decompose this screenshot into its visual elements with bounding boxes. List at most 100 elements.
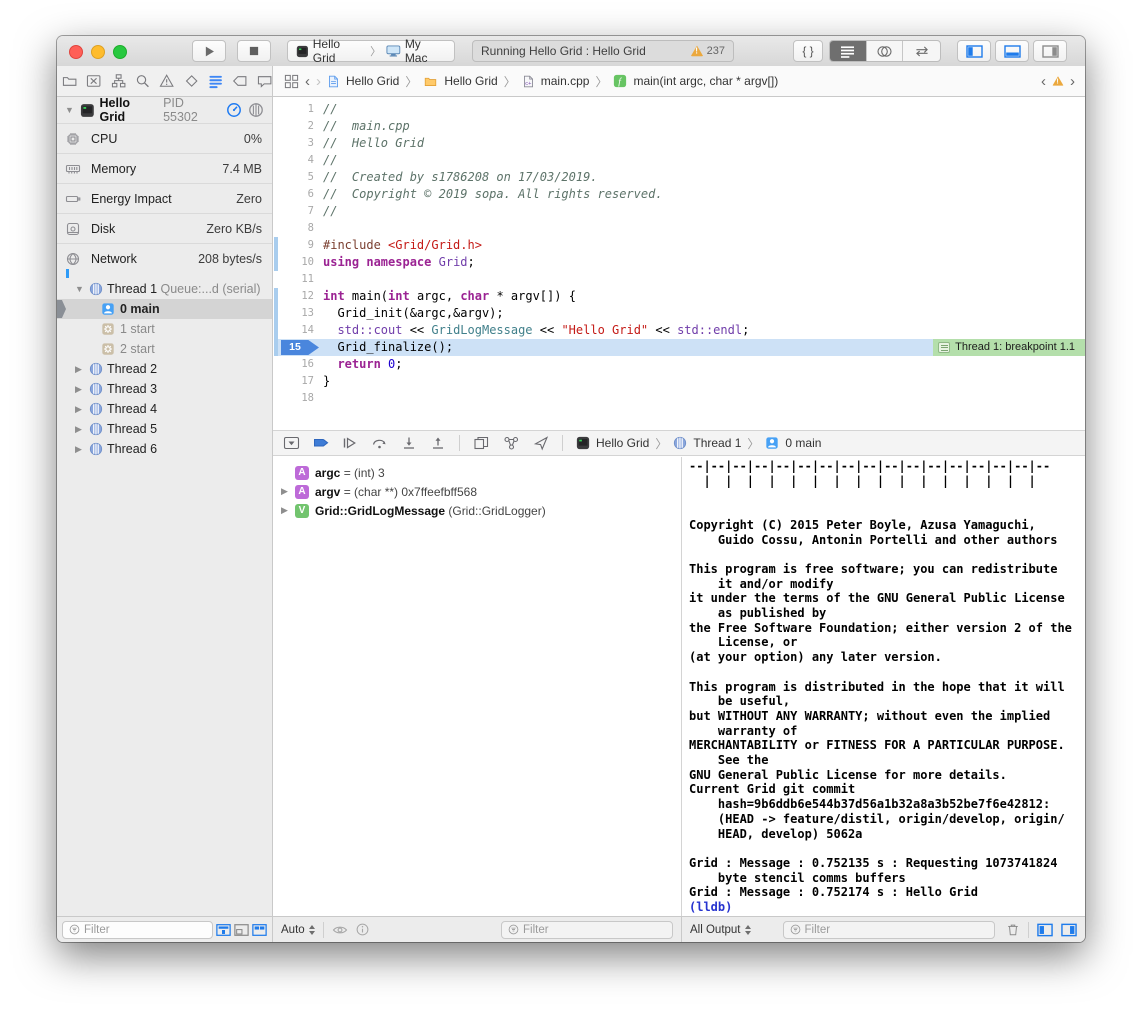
simulate-location-button[interactable] [533, 435, 549, 451]
activity-status-view[interactable]: Running Hello Grid : Hello Grid 237 [472, 40, 734, 62]
step-into-button[interactable] [401, 435, 417, 451]
thread-row-thread-4[interactable]: ▶Thread 4 [57, 399, 272, 419]
line-number[interactable]: 16 [274, 356, 314, 373]
continue-button[interactable] [342, 435, 358, 451]
breakpoint-badge[interactable]: 15 [281, 340, 319, 355]
assistant-editor-button[interactable] [867, 41, 904, 61]
gauge-row-cpu[interactable]: CPU0% [57, 123, 272, 153]
line-number[interactable]: 12 [274, 288, 314, 305]
close-window-button[interactable] [69, 45, 83, 59]
gauge-row-memory[interactable]: Memory7.4 MB [57, 153, 272, 183]
disclosure-triangle[interactable]: ▼ [65, 105, 75, 115]
line-number[interactable]: 14 [274, 322, 314, 339]
line-number[interactable]: 2 [274, 118, 314, 135]
gauge-row-network[interactable]: Network208 bytes/s [57, 243, 272, 273]
debug-navigator-icon[interactable] [208, 73, 223, 89]
previous-issue-button[interactable]: ‹ [1041, 74, 1046, 89]
variables-scope-popup[interactable]: Auto [281, 924, 315, 936]
related-items-icon[interactable] [284, 74, 299, 89]
back-button[interactable]: ‹ [305, 74, 310, 89]
symbol-navigator-icon[interactable] [111, 73, 126, 89]
warning-count[interactable]: 237 [707, 45, 725, 57]
group-by-queue-button[interactable] [252, 923, 267, 937]
find-navigator-icon[interactable] [135, 73, 150, 89]
zoom-window-button[interactable] [113, 45, 127, 59]
issue-navigator-icon[interactable] [159, 73, 174, 89]
crumb-frame[interactable]: 0 main [785, 436, 821, 450]
source-control-navigator-icon[interactable] [86, 73, 101, 89]
jumpbar-file[interactable]: main.cpp [541, 74, 590, 88]
line-number[interactable]: 3 [274, 135, 314, 152]
standard-editor-button[interactable] [830, 41, 867, 61]
library-button[interactable]: { } [793, 40, 823, 62]
line-number[interactable]: 7 [274, 203, 314, 220]
crumb-app[interactable]: Hello Grid [596, 436, 649, 450]
disclosure-triangle[interactable]: ▶ [75, 404, 85, 415]
stack-frame-2-start[interactable]: 2 start [57, 339, 272, 359]
thread-row-thread-2[interactable]: ▶Thread 2 [57, 359, 272, 379]
debug-console[interactable]: --|--|--|--|--|--|--|--|--|--|--|--|--|-… [681, 457, 1085, 916]
scheme-selector[interactable]: Hello Grid 〉 My Mac [287, 40, 455, 62]
line-number[interactable]: 1 [274, 101, 314, 118]
toggle-debug-area-button[interactable] [995, 40, 1029, 62]
variable-row-grid-gridlogmessage[interactable]: ▶VGrid::GridLogMessage (Grid::GridLogger… [273, 501, 681, 520]
disclosure-triangle[interactable]: ▼ [75, 284, 85, 294]
disclosure-triangle[interactable]: ▶ [75, 444, 85, 455]
line-number[interactable]: 4 [274, 152, 314, 169]
thread-row-thread-3[interactable]: ▶Thread 3 [57, 379, 272, 399]
clear-console-trash-button[interactable] [1006, 922, 1020, 937]
thread-row-thread-1[interactable]: ▼Thread 1 Queue:...d (serial) [57, 279, 272, 299]
line-number[interactable]: 18 [274, 390, 314, 407]
disclosure-triangle[interactable]: ▶ [281, 505, 288, 516]
breakpoint-navigator-icon[interactable] [232, 73, 247, 89]
variables-view[interactable]: Aargc = (int) 3▶Aargv = (char **) 0x7ffe… [273, 457, 681, 916]
variable-row-argc[interactable]: Aargc = (int) 3 [273, 463, 681, 482]
gauge-view-icon[interactable] [226, 102, 242, 118]
report-navigator-icon[interactable] [257, 73, 272, 89]
next-issue-button[interactable]: › [1070, 74, 1075, 89]
line-number[interactable]: 9 [274, 237, 314, 254]
line-number[interactable]: 10 [274, 254, 314, 271]
console-filter-input[interactable]: Filter [783, 921, 995, 939]
jumpbar-symbol[interactable]: main(int argc, char * argv[]) [633, 74, 778, 88]
quicklook-eye-button[interactable] [332, 924, 348, 936]
forward-button[interactable]: › [316, 74, 321, 89]
breakpoint-annotation[interactable]: Thread 1: breakpoint 1.1 [933, 339, 1085, 356]
thread-row-thread-6[interactable]: ▶Thread 6 [57, 439, 272, 459]
disclosure-triangle[interactable]: ▶ [281, 486, 288, 497]
line-number[interactable]: 11 [274, 271, 314, 288]
show-console-button[interactable] [1061, 923, 1077, 937]
thread-row-thread-5[interactable]: ▶Thread 5 [57, 419, 272, 439]
step-out-button[interactable] [430, 435, 446, 451]
variable-row-argv[interactable]: ▶Aargv = (char **) 0x7ffeefbff568 [273, 482, 681, 501]
stop-button[interactable] [237, 40, 271, 62]
stack-frame-0-main[interactable]: 0 main [57, 299, 272, 319]
hide-debug-area-button[interactable] [283, 435, 300, 451]
lldb-prompt[interactable]: (lldb) [689, 900, 740, 914]
memory-graph-button[interactable] [503, 435, 520, 451]
version-editor-button[interactable] [903, 41, 940, 61]
info-button[interactable] [356, 923, 369, 936]
console-output-popup[interactable]: All Output [690, 924, 751, 936]
line-number[interactable]: 8 [274, 220, 314, 237]
toggle-navigator-panel-button[interactable] [957, 40, 991, 62]
jumpbar-project[interactable]: Hello Grid [346, 74, 399, 88]
jumpbar-folder[interactable]: Hello Grid [444, 74, 497, 88]
stack-frame-1-start[interactable]: 1 start [57, 319, 272, 339]
test-navigator-icon[interactable] [184, 73, 199, 89]
process-row[interactable]: ▼ Hello Grid PID 55302 [57, 97, 272, 123]
toggle-inspector-panel-button[interactable] [1033, 40, 1067, 62]
thread-view-icon[interactable] [248, 102, 264, 118]
run-button[interactable] [192, 40, 226, 62]
disclosure-triangle[interactable]: ▶ [75, 384, 85, 395]
issue-warning-icon[interactable] [1052, 76, 1063, 86]
navigator-filter-input[interactable]: Filter [62, 921, 213, 939]
breakpoints-toggle-button[interactable] [313, 435, 329, 451]
show-running-items-button[interactable] [216, 923, 231, 937]
view-hierarchy-button[interactable] [473, 435, 490, 451]
crumb-thread[interactable]: Thread 1 [693, 436, 741, 450]
disclosure-triangle[interactable]: ▶ [75, 364, 85, 375]
line-number[interactable]: 17 [274, 373, 314, 390]
project-navigator-icon[interactable] [62, 73, 77, 89]
variables-filter-input[interactable]: Filter [501, 921, 673, 939]
